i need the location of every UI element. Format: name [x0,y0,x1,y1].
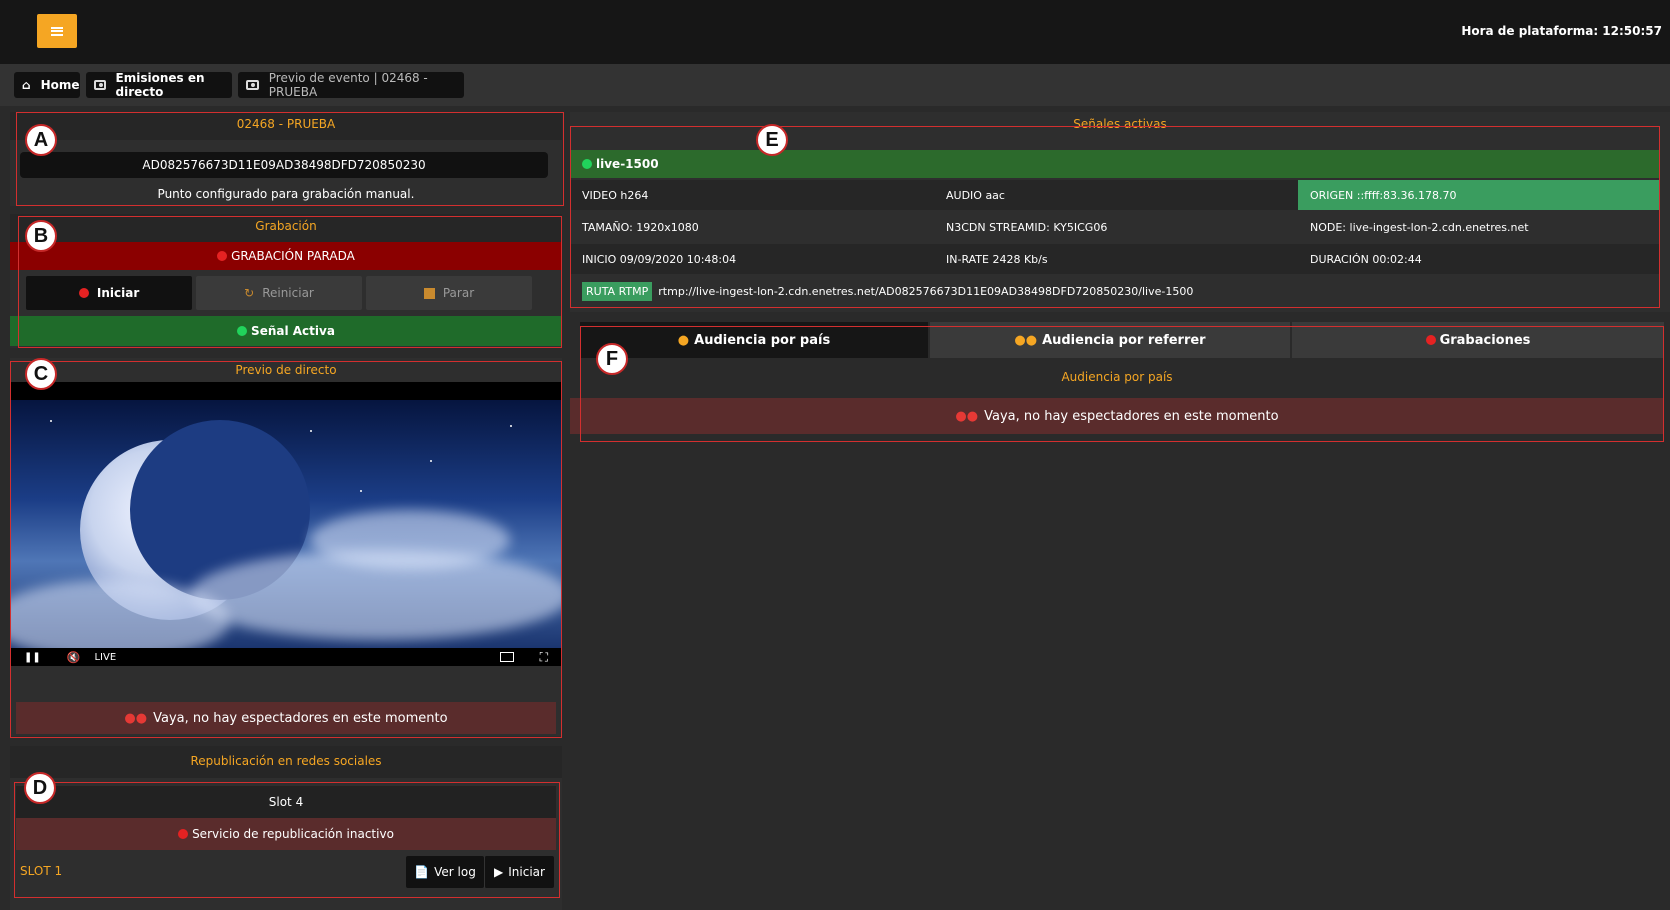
slot-header: Slot 4 [16,786,556,818]
tab-audience-country[interactable]: ● Audiencia por país [580,322,928,358]
star [360,490,362,492]
star [310,430,312,432]
signal-dot-icon [582,159,592,169]
refresh-icon: ↻ [244,286,255,300]
recording-status: GRABACIÓN PARADA [10,242,562,270]
live-indicator: LIVE [94,651,117,663]
stop-recording-button[interactable]: Parar [366,276,532,310]
preview-no-viewers: ●● Vaya, no hay espectadores en este mome… [16,702,556,734]
star [430,460,432,462]
signals-title: Señales activas [1073,117,1167,131]
stream-id: N3CDN STREAMID: KY5ICG06 [946,220,1108,234]
fullscreen-icon[interactable]: ⛶ [540,650,548,665]
stop-icon [423,287,435,299]
social-status: Servicio de republicación inactivo [16,818,556,850]
start-time: INICIO 09/09/2020 10:48:04 [570,244,934,274]
signal-dot-icon [237,326,248,336]
recording-controls: Iniciar ↻ Reiniciar Parar [26,276,546,310]
breadcrumb-event-preview[interactable]: Previo de evento | 02468 - PRUEBA [238,71,464,99]
hamburger-icon [51,26,63,36]
camera-icon [246,80,259,90]
breadcrumb-home[interactable]: ⌂ Home [14,72,80,98]
users-icon: ●● [955,408,979,424]
video-frame [10,400,562,660]
signals-panel: Señales activas live-1500 VIDEO h264 AUD… [570,112,1670,312]
signal-status: Señal Activa [10,316,562,346]
pause-icon[interactable]: ❚❚ [24,652,41,663]
camera-icon [94,80,106,90]
cloud [310,510,510,570]
social-title: Republicación en redes sociales [10,746,562,778]
star [50,420,52,422]
play-icon: ▶ [494,865,504,879]
tab-recordings[interactable]: Grabaciones [1292,322,1664,358]
platform-clock: Hora de plataforma: 12:50:57 [1461,24,1662,38]
preview-title: Previo de directo [235,363,337,377]
audience-no-viewers: ●● Vaya, no hay espectadores en este mome… [570,398,1664,434]
recording-title: Grabación [10,214,562,242]
record-dot-icon [217,251,228,261]
users-icon: ●● [1014,332,1038,348]
rtmp-label: RUTA RTMP [582,281,653,301]
picture-in-picture-icon[interactable] [499,652,514,662]
video-size: TAMAÑO: 1920x1080 [582,220,699,234]
signal-row[interactable]: live-1500 [570,150,1660,178]
view-log-button[interactable]: 📄 Ver log [406,856,484,888]
start-social-button[interactable]: ▶ Iniciar [484,856,554,888]
video-player[interactable]: ❚❚ 🔇 LIVE ⛶ [10,382,562,666]
status-dot-icon [178,829,189,839]
in-rate: IN-RATE 2428 Kb/s [934,244,1298,274]
slot-label: SLOT 1 [20,864,63,878]
file-icon: 📄 [414,865,430,879]
social-panel: Republicación en redes sociales Slot 4 S… [10,746,562,910]
annotation-badge-b: B [25,220,57,252]
annotation-badge-d: D [24,772,56,804]
event-note: Punto configurado para grabación manual. [157,187,415,201]
breadcrumb: ⌂ Home Emisiones en directo Previo de ev… [0,64,1670,106]
record-dot-icon [1425,335,1436,345]
annotation-badge-e: E [756,124,788,156]
video-controls: ❚❚ 🔇 LIVE ⛶ [10,648,562,666]
ingest-node: NODE: live-ingest-lon-2.cdn.enetres.net [1310,220,1529,234]
audience-subtitle-bar: Audiencia por país [570,358,1664,396]
annotation-badge-f: F [596,343,628,375]
globe-icon: ● [677,332,690,348]
record-dot-icon [78,288,89,298]
home-icon: ⌂ [22,78,31,92]
recording-panel: Grabación GRABACIÓN PARADA Iniciar ↻ Rein… [10,214,562,348]
audio-codec: AUDIO aac [934,180,1298,210]
video-codec: VIDEO h264 [570,180,934,210]
event-title: 02468 - PRUEBA [10,112,562,140]
stream-key: AD082576673D11E09AD38498DFD720850230 [20,152,548,178]
origin-ip: ORIGEN ::ffff:83.36.178.70 [1298,180,1660,210]
annotation-badge-a: A [25,124,57,156]
event-panel: 02468 - PRUEBA AD082576673D11E09AD38498D… [10,112,562,206]
tab-audience-referrer[interactable]: ●● Audiencia por referrer [930,322,1290,358]
users-icon: ●● [124,710,148,726]
rtmp-row: RUTA RTMP rtmp://live-ingest-lon-2.cdn.e… [570,276,1660,306]
breadcrumb-live-emissions[interactable]: Emisiones en directo [86,71,232,99]
start-recording-button[interactable]: Iniciar [26,276,192,310]
rtmp-url[interactable]: rtmp://live-ingest-lon-2.cdn.enetres.net… [658,285,1193,298]
star [510,425,512,427]
mute-icon[interactable]: 🔇 [67,651,81,664]
audience-subtitle: Audiencia por país [1061,370,1173,384]
restart-recording-button[interactable]: ↻ Reiniciar [196,276,362,310]
duration: DURACIÓN 00:02:44 [1298,244,1660,274]
top-bar: Hora de plataforma: 12:50:57 [0,0,1670,64]
menu-button[interactable] [37,14,77,48]
annotation-badge-c: C [25,358,57,390]
